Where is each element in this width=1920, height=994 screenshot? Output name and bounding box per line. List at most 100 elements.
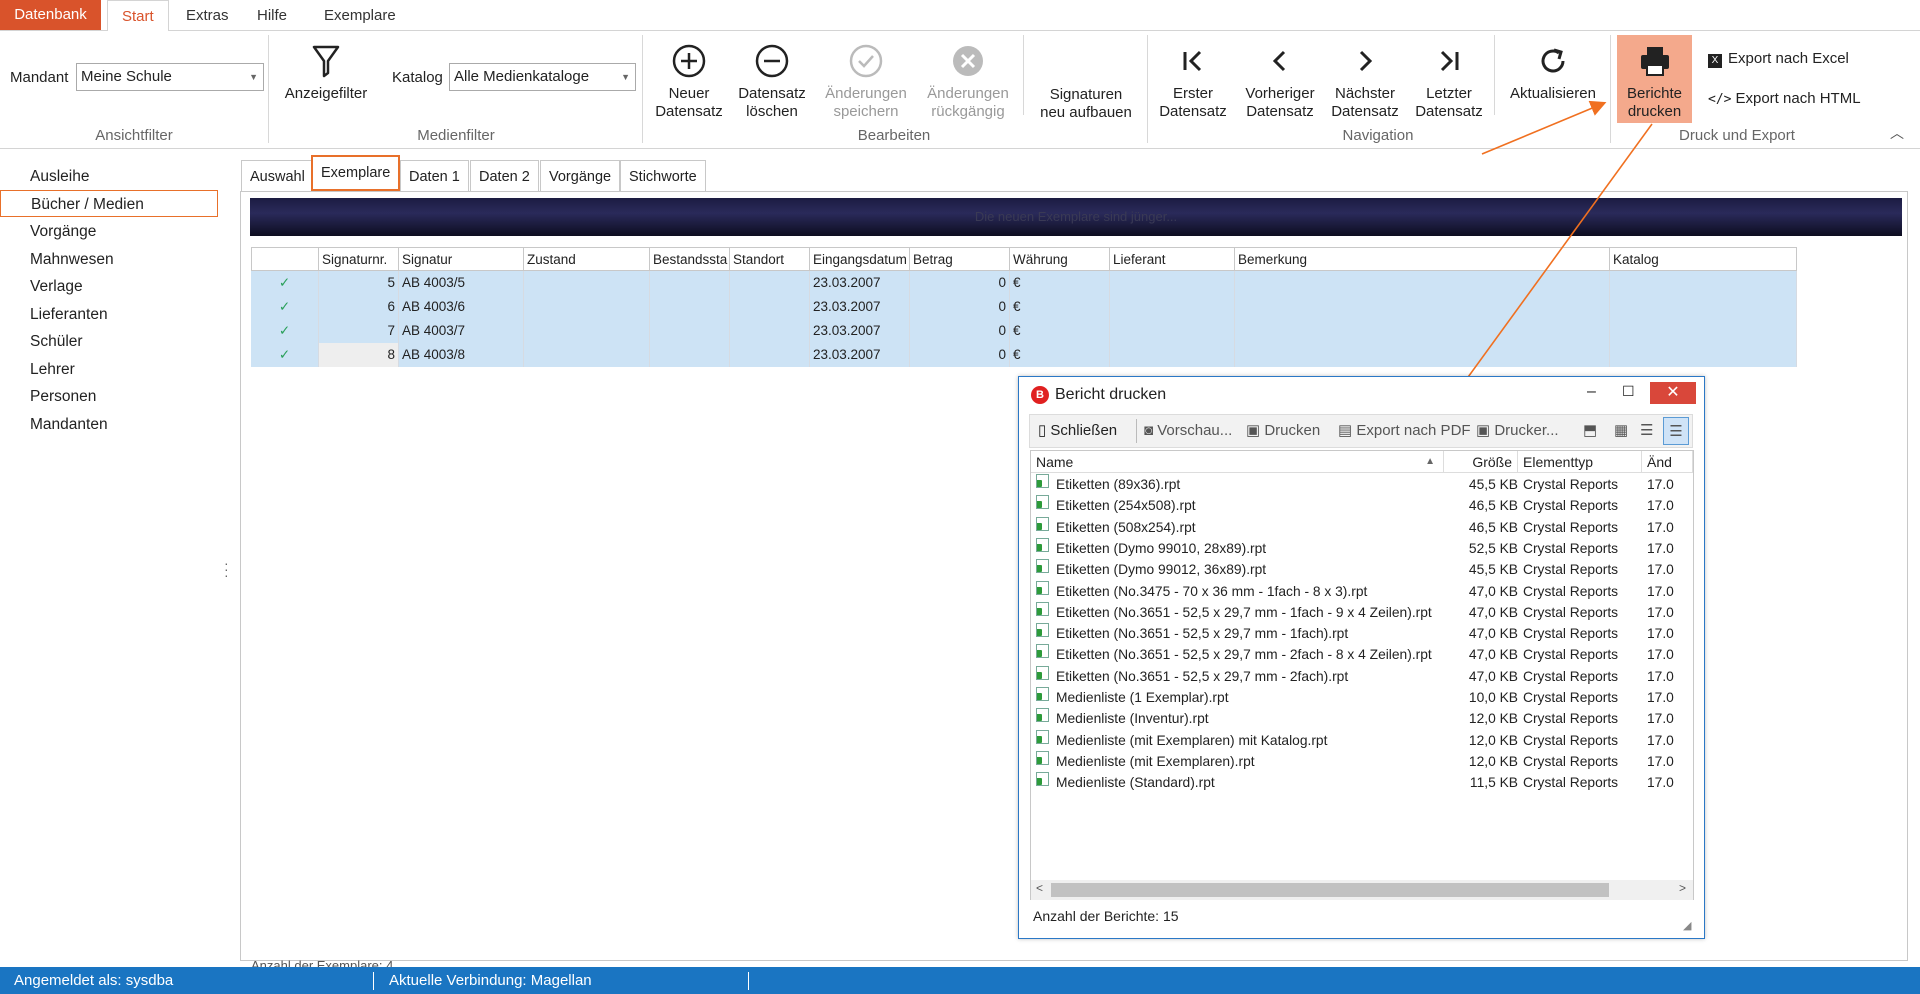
cell-betrag[interactable]: 0 <box>910 295 1010 319</box>
cell-eingangsdatum[interactable]: 23.03.2007 <box>810 343 910 367</box>
folder-up-icon[interactable]: ⬒ <box>1583 415 1597 447</box>
cell-lieferant[interactable] <box>1110 319 1235 343</box>
sidebar-item-buecher-medien[interactable]: Bücher / Medien <box>0 190 218 217</box>
sidebar-item-ausleihe[interactable]: Ausleihe <box>0 163 218 190</box>
col-header-standort[interactable]: Standort <box>730 247 810 271</box>
aenderungen-speichern-button[interactable]: Änderungen speichern <box>818 41 914 121</box>
list-item[interactable]: Etiketten (89x36).rpt 45,5 KB Crystal Repo… <box>1031 474 1693 495</box>
cell-eingangsdatum[interactable]: 23.03.2007 <box>810 319 910 343</box>
cell-bemerkung[interactable] <box>1235 271 1610 295</box>
col-header-betrag[interactable]: Betrag <box>910 247 1010 271</box>
cell-standort[interactable] <box>730 343 810 367</box>
tab-exemplare[interactable]: Exemplare <box>310 0 410 31</box>
mandant-select[interactable]: Meine Schule ▼ <box>76 63 264 91</box>
cell-katalog[interactable] <box>1610 343 1797 367</box>
tab-auswahl[interactable]: Auswahl <box>241 160 314 192</box>
list-item[interactable]: Etiketten (Dymo 99010, 28x89).rpt 52,5 KB… <box>1031 537 1693 559</box>
export-pdf-button[interactable]: ▤ Export nach PDF <box>1338 415 1471 447</box>
cell-signaturnr[interactable]: 7 <box>319 319 399 343</box>
list-header-aenderung[interactable]: Änd <box>1642 451 1693 473</box>
cell-eingangsdatum[interactable]: 23.03.2007 <box>810 295 910 319</box>
sidebar-item-schueler[interactable]: Schüler <box>0 328 218 355</box>
aenderungen-rueckgaengig-button[interactable]: Änderungen rückgängig <box>920 41 1016 121</box>
list-item[interactable]: Etiketten (254x508).rpt 46,5 KB Crystal Re… <box>1031 495 1693 516</box>
list-item[interactable]: Etiketten (No.3651 - 52,5 x 29,7 mm - 1f… <box>1031 623 1693 644</box>
cell-signatur[interactable]: AB 4003/8 <box>399 343 524 367</box>
horizontal-scrollbar[interactable]: < > <box>1031 880 1693 900</box>
scrollbar-thumb[interactable] <box>1051 883 1609 897</box>
cell-zustand[interactable] <box>524 271 650 295</box>
letzter-datensatz-button[interactable]: Letzter Datensatz <box>1412 41 1486 121</box>
list-item[interactable]: Medienliste (mit Exemplaren).rpt 12,0 KB C… <box>1031 750 1693 772</box>
table-row[interactable]: ✓ 5 AB 4003/5 23.03.2007 0 € <box>251 271 1797 295</box>
berichte-drucken-button[interactable]: Berichte drucken <box>1617 35 1692 123</box>
cell-signaturnr[interactable]: 6 <box>319 295 399 319</box>
tab-daten-1[interactable]: Daten 1 <box>400 160 469 192</box>
tab-datenbank[interactable]: Datenbank <box>0 0 101 30</box>
vorheriger-datensatz-button[interactable]: Vorheriger Datensatz <box>1240 41 1320 121</box>
cell-lieferant[interactable] <box>1110 295 1235 319</box>
cell-betrag[interactable]: 0 <box>910 271 1010 295</box>
cell-bestandsstatus[interactable] <box>650 343 730 367</box>
cell-zustand[interactable] <box>524 319 650 343</box>
cell-bestandsstatus[interactable] <box>650 319 730 343</box>
cell-waehrung[interactable]: € <box>1010 295 1110 319</box>
list-item[interactable]: Etiketten (No.3651 - 52,5 x 29,7 mm - 2f… <box>1031 665 1693 687</box>
tab-extras[interactable]: Extras <box>172 0 243 31</box>
resize-grip-icon[interactable]: ◢ <box>1683 919 1691 932</box>
naechster-datensatz-button[interactable]: Nächster Datensatz <box>1328 41 1402 121</box>
list-item[interactable]: Etiketten (Dymo 99012, 36x89).rpt 45,5 KB… <box>1031 559 1693 580</box>
splitter-handle[interactable]: · · · <box>224 556 229 582</box>
details-view-icon[interactable]: ☰ <box>1663 417 1689 445</box>
col-header-signatur[interactable]: Signatur <box>399 247 524 271</box>
cell-waehrung[interactable]: € <box>1010 319 1110 343</box>
tab-vorgaenge[interactable]: Vorgänge <box>540 160 621 192</box>
list-header-groesse[interactable]: Größe <box>1444 451 1518 473</box>
sidebar-item-verlage[interactable]: Verlage <box>0 273 218 300</box>
sidebar-item-personen[interactable]: Personen <box>0 383 218 410</box>
cell-signatur[interactable]: AB 4003/6 <box>399 295 524 319</box>
close-icon[interactable]: ✕ <box>1650 382 1696 404</box>
export-excel-button[interactable]: X Export nach Excel <box>1708 49 1849 69</box>
col-header-signaturnr[interactable]: Signaturnr. <box>319 247 399 271</box>
list-view-icon[interactable]: ☰ <box>1640 415 1653 447</box>
sidebar-item-lehrer[interactable]: Lehrer <box>0 356 218 383</box>
datensatz-loeschen-button[interactable]: Datensatz löschen <box>733 41 811 121</box>
cell-betrag[interactable]: 0 <box>910 343 1010 367</box>
table-row[interactable]: ✓ 8 AB 4003/8 23.03.2007 0 € <box>251 343 1797 367</box>
cell-bemerkung[interactable] <box>1235 295 1610 319</box>
list-item[interactable]: Medienliste (Standard).rpt 11,5 KB Crystal… <box>1031 772 1693 793</box>
sidebar-item-mandanten[interactable]: Mandanten <box>0 411 218 438</box>
drucker-button[interactable]: ▣ Drucker... <box>1476 415 1559 447</box>
tab-exemplare-content[interactable]: Exemplare <box>311 155 401 191</box>
cell-bestandsstatus[interactable] <box>650 295 730 319</box>
katalog-select[interactable]: Alle Medienkataloge ▼ <box>449 63 636 91</box>
cell-standort[interactable] <box>730 319 810 343</box>
col-header-katalog[interactable]: Katalog <box>1610 247 1797 271</box>
cell-zustand[interactable] <box>524 343 650 367</box>
cell-lieferant[interactable] <box>1110 271 1235 295</box>
list-item[interactable]: Etiketten (508x254).rpt 46,5 KB Crystal Re… <box>1031 516 1693 538</box>
list-item[interactable]: Etiketten (No.3475 - 70 x 36 mm - 1fach … <box>1031 580 1693 602</box>
cell-katalog[interactable] <box>1610 319 1797 343</box>
minimize-icon[interactable]: – <box>1587 383 1596 401</box>
maximize-icon[interactable]: ☐ <box>1622 383 1635 400</box>
cell-katalog[interactable] <box>1610 295 1797 319</box>
export-html-button[interactable]: </> Export nach HTML <box>1708 89 1861 110</box>
cell-signatur[interactable]: AB 4003/7 <box>399 319 524 343</box>
cell-katalog[interactable] <box>1610 271 1797 295</box>
col-header-status[interactable] <box>251 247 319 271</box>
vorschau-button[interactable]: ◙ Vorschau... <box>1144 415 1232 447</box>
col-header-waehrung[interactable]: Währung <box>1010 247 1110 271</box>
table-row[interactable]: ✓ 7 AB 4003/7 23.03.2007 0 € <box>251 319 1797 343</box>
list-item[interactable]: Etiketten (No.3651 - 52,5 x 29,7 mm - 2f… <box>1031 644 1693 665</box>
sidebar-item-lieferanten[interactable]: Lieferanten <box>0 301 218 328</box>
list-item[interactable]: Medienliste (mit Exemplaren) mit Katalog… <box>1031 729 1693 751</box>
list-header-name[interactable]: Name ▲ <box>1031 451 1444 473</box>
collapse-ribbon-icon[interactable]: ︿ <box>1890 123 1904 143</box>
col-header-bestandsstatus[interactable]: Bestandssta <box>650 247 730 271</box>
col-header-lieferant[interactable]: Lieferant <box>1110 247 1235 271</box>
anzeigefilter-button[interactable]: Anzeigefilter <box>280 41 372 103</box>
cell-standort[interactable] <box>730 271 810 295</box>
erster-datensatz-button[interactable]: Erster Datensatz <box>1156 41 1230 121</box>
